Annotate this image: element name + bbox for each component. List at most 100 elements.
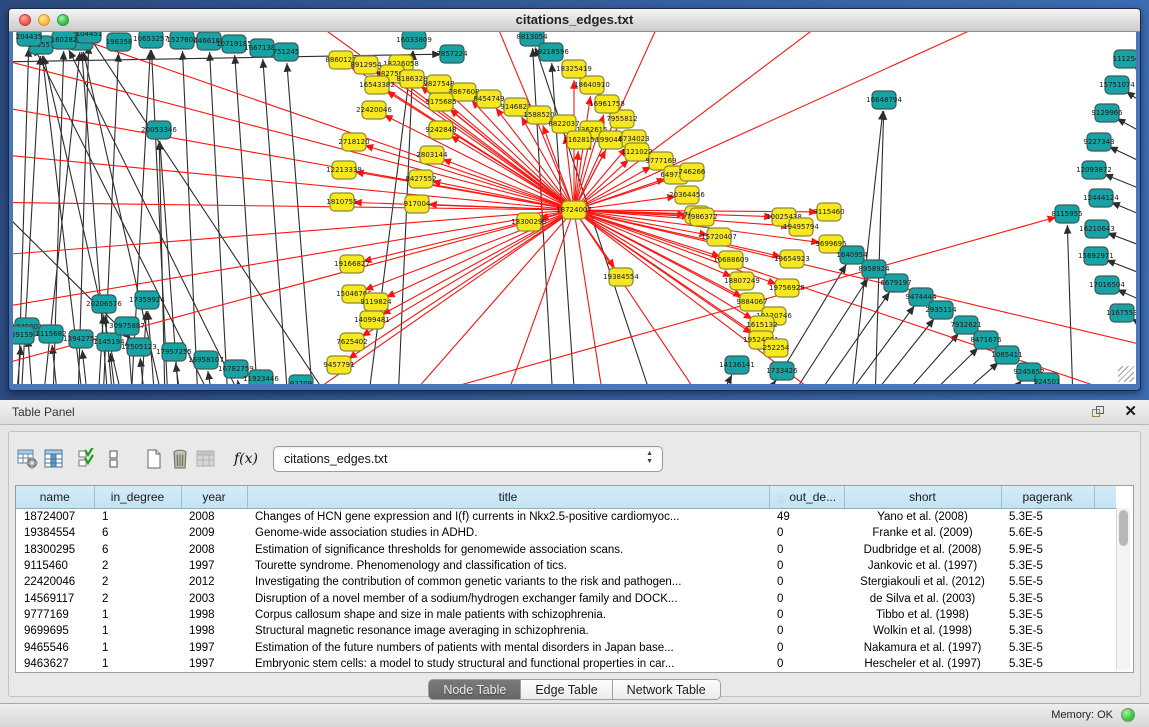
table-cell[interactable]: 9777169 [16, 607, 94, 623]
network-node[interactable]: 30975887 [109, 317, 145, 335]
table-cell[interactable]: 5.3E-5 [1001, 509, 1094, 526]
table-cell[interactable]: Disruption of a novel member of a sodium… [247, 590, 769, 606]
table-cell[interactable]: 19384554 [16, 525, 94, 541]
select-columns-button[interactable] [75, 446, 101, 472]
table-cell[interactable]: 18300295 [16, 542, 94, 558]
network-node[interactable]: 18325419 [556, 60, 592, 78]
table-cell[interactable]: de Silva et al. (2003) [844, 590, 1001, 606]
network-node[interactable]: 8115955 [1051, 205, 1082, 223]
table-cell[interactable]: 0 [769, 607, 844, 623]
table-cell[interactable]: 1998 [181, 607, 247, 623]
table-cell[interactable]: Franke et al. (2009) [844, 525, 1001, 541]
network-node[interactable]: 104451 [76, 32, 103, 43]
network-window[interactable]: citations_edges.txt 18724007886012389129… [8, 8, 1141, 391]
table-cell[interactable]: Structural magnetic resonance image aver… [247, 623, 769, 639]
network-node[interactable]: 9119824 [360, 293, 392, 311]
network-node[interactable]: 19756928 [769, 279, 805, 297]
network-node[interactable]: 2935114 [925, 301, 957, 319]
table-cell[interactable]: Genome-wide association studies in ADHD. [247, 525, 769, 541]
table-row[interactable]: 1830029562008Estimation of significance … [16, 542, 1116, 558]
table-scrollbar-thumb[interactable] [1119, 510, 1128, 546]
network-window-titlebar[interactable]: citations_edges.txt [9, 9, 1140, 32]
network-node[interactable]: 18807249 [724, 272, 760, 290]
table-cell[interactable]: Jankovic et al. (1997) [844, 558, 1001, 574]
network-node[interactable]: 20206576 [86, 295, 122, 313]
network-node[interactable]: 8822037 [548, 115, 579, 133]
table-cell[interactable]: 9115460 [16, 558, 94, 574]
network-node[interactable]: 92709 [289, 375, 313, 384]
table-cell[interactable] [1094, 525, 1116, 541]
column-header[interactable]: in_degree [94, 486, 181, 509]
network-node[interactable]: 2803144 [416, 146, 448, 164]
table-cell[interactable]: 1 [94, 639, 181, 655]
network-node[interactable]: 751245 [273, 43, 300, 61]
network-node[interactable]: 1733426 [766, 362, 798, 380]
tab-edge-table[interactable]: Edge Table [521, 679, 612, 700]
network-node[interactable]: 16648794 [866, 91, 902, 109]
table-cell[interactable]: 9463627 [16, 656, 94, 672]
tab-network-table[interactable]: Network Table [613, 679, 721, 700]
show-column-button[interactable] [41, 446, 67, 472]
table-cell[interactable]: 1 [94, 607, 181, 623]
network-node[interactable]: 917004 [404, 195, 431, 213]
network-node[interactable]: 9227343 [1083, 133, 1114, 151]
table-cell[interactable] [1094, 509, 1116, 526]
delete-table-button-disabled[interactable] [193, 446, 219, 472]
table-cell[interactable]: 2 [94, 574, 181, 590]
table-cell[interactable]: 1998 [181, 623, 247, 639]
network-node[interactable]: 20364456 [669, 186, 705, 204]
table-cell[interactable]: 0 [769, 590, 844, 606]
float-panel-icon[interactable] [1092, 406, 1105, 419]
table-cell[interactable] [1094, 656, 1116, 672]
network-node[interactable]: 8427552 [405, 170, 436, 188]
network-node[interactable]: 1162815 [563, 131, 594, 149]
network-canvas[interactable]: 1872400788601238912954182260589827508165… [13, 32, 1136, 384]
network-node[interactable]: 19166827 [334, 255, 370, 273]
window-resize-grip[interactable] [1118, 366, 1134, 382]
table-cell[interactable]: Investigating the contribution of common… [247, 574, 769, 590]
table-cell[interactable]: 2008 [181, 542, 247, 558]
network-node[interactable]: 17359924 [129, 291, 165, 309]
network-node[interactable]: 9175685 [425, 93, 456, 111]
network-node[interactable]: 7625402 [336, 333, 367, 351]
table-cell[interactable]: 0 [769, 656, 844, 672]
network-node[interactable]: 10653257 [133, 32, 169, 48]
table-cell[interactable]: 49 [769, 509, 844, 526]
table-row[interactable]: 977716911998Corpus callosum shape and si… [16, 607, 1116, 623]
table-row[interactable]: 946362711997Embryonic stem cells: a mode… [16, 656, 1116, 672]
table-cell[interactable]: 1997 [181, 656, 247, 672]
table-cell[interactable]: Estimation of the future numbers of pati… [247, 639, 769, 655]
network-node[interactable]: 9129966 [1091, 104, 1123, 122]
network-node[interactable]: 12213339 [326, 161, 362, 179]
table-cell[interactable]: 0 [769, 574, 844, 590]
network-node[interactable]: 196358 [106, 33, 133, 51]
table-row[interactable]: 1872400712008Changes of HCN gene express… [16, 509, 1116, 526]
network-node[interactable]: 1065411 [991, 346, 1022, 364]
new-column-button[interactable] [141, 446, 167, 472]
table-cell[interactable]: 5.3E-5 [1001, 623, 1094, 639]
table-cell[interactable]: 0 [769, 558, 844, 574]
network-node[interactable]: 19384554 [603, 268, 639, 286]
table-cell[interactable]: 2008 [181, 509, 247, 526]
network-node[interactable]: 6679197 [880, 274, 911, 292]
table-cell[interactable]: Yano et al. (2008) [844, 509, 1001, 526]
table-cell[interactable] [1094, 574, 1116, 590]
network-node[interactable]: 17957255 [156, 343, 192, 361]
table-cell[interactable]: 6 [94, 542, 181, 558]
table-row[interactable]: 1456911722003Disruption of a novel membe… [16, 590, 1116, 606]
table-cell[interactable]: 5.3E-5 [1001, 656, 1094, 672]
table-row[interactable]: 946554611997Estimation of the future num… [16, 639, 1116, 655]
table-cell[interactable] [1094, 623, 1116, 639]
column-header[interactable]: short [844, 486, 1001, 509]
network-node[interactable]: 9115460 [813, 203, 844, 221]
table-cell[interactable] [1094, 558, 1116, 574]
network-node[interactable]: 18640910 [574, 76, 610, 94]
table-cell[interactable]: 1 [94, 656, 181, 672]
column-header[interactable]: △out_de... [769, 486, 844, 509]
table-row[interactable]: 2242004622012Investigating the contribut… [16, 574, 1116, 590]
table-cell[interactable]: 1 [94, 509, 181, 526]
table-cell[interactable]: Corpus callosum shape and size in male p… [247, 607, 769, 623]
network-node[interactable]: 9457791 [323, 356, 354, 374]
column-header[interactable]: year [181, 486, 247, 509]
network-node[interactable]: 204435 [16, 32, 43, 46]
